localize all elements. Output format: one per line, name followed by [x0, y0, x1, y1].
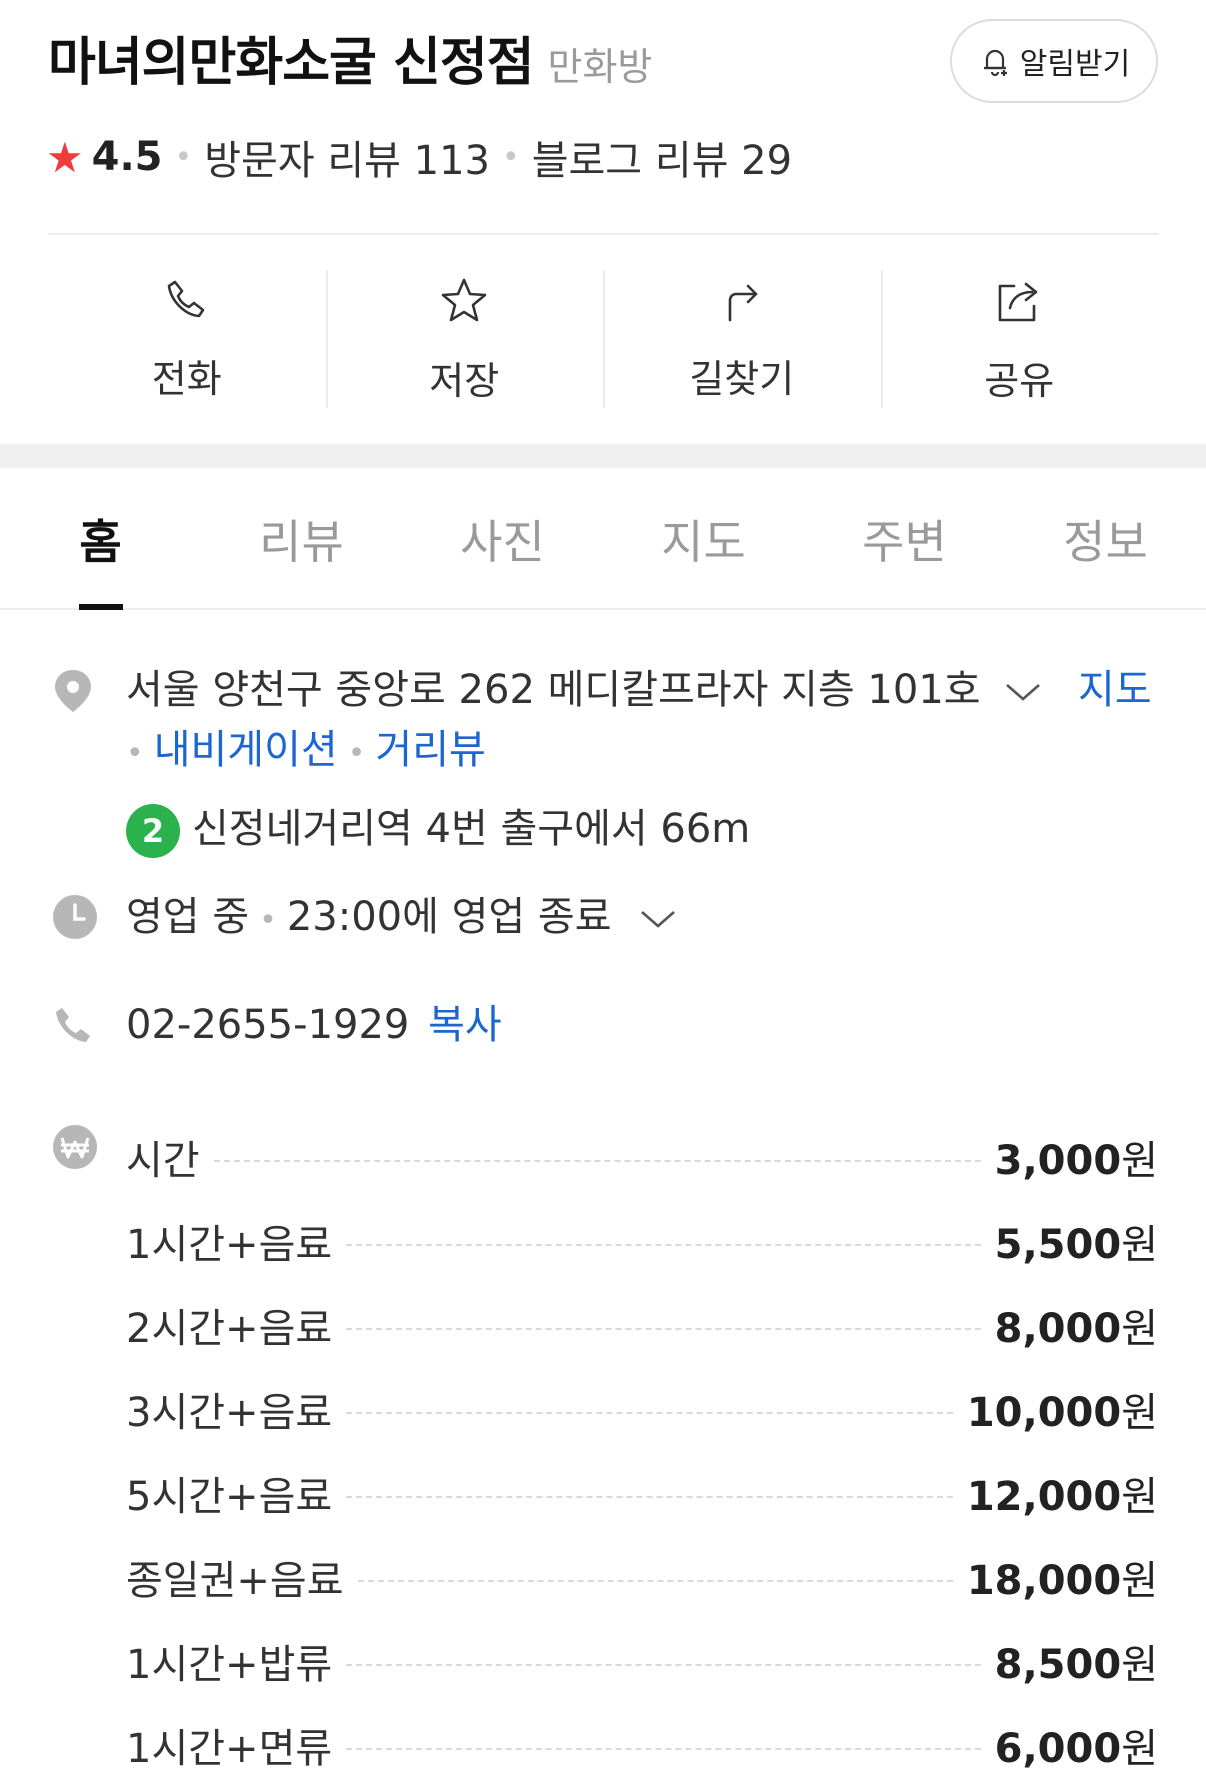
dotted-leader: [357, 1580, 953, 1582]
price-name: 2시간+음료: [126, 1306, 333, 1352]
price-row: 5시간+음료 12,000원: [126, 1451, 1158, 1535]
place-name: 마녀의만화소굴 신정점: [48, 33, 535, 93]
share-button[interactable]: 공유: [880, 270, 1159, 410]
place-category: 만화방: [547, 45, 653, 89]
clock-icon: [53, 895, 97, 939]
price-row: 종일권+음료 18,000원: [126, 1535, 1158, 1619]
directions-button[interactable]: 길찾기: [603, 270, 881, 410]
price-row: 1시간+음료 5,500원: [126, 1199, 1158, 1283]
phone-filled-icon: [56, 1008, 90, 1042]
price-row: 1시간+면류 6,000원: [126, 1703, 1158, 1787]
tab-home[interactable]: 홈: [0, 468, 201, 608]
action-label: 공유: [984, 359, 1055, 403]
title-row: 마녀의만화소굴 신정점 만화방: [48, 20, 652, 95]
tab-nearby[interactable]: 주변: [804, 468, 1005, 608]
rating-row: ★ 4.5 • 방문자 리뷰 113 • 블로그 리뷰 29: [46, 128, 792, 186]
map-link[interactable]: 지도: [1078, 667, 1152, 713]
price-value: 5,500원: [994, 1222, 1158, 1268]
call-button[interactable]: 전화: [48, 270, 326, 410]
rating-value: 4.5: [91, 134, 163, 180]
dotted-leader: [346, 1244, 981, 1246]
chevron-down-icon[interactable]: [1003, 680, 1043, 704]
bell-plus-icon: [983, 49, 1007, 77]
action-label: 저장: [429, 359, 500, 403]
copy-button[interactable]: 복사: [428, 1002, 502, 1048]
price-row: 3시간+음료 10,000원: [126, 1367, 1158, 1451]
price-value: 3,000원: [994, 1138, 1158, 1184]
save-button[interactable]: 저장: [325, 270, 604, 410]
blog-review-link[interactable]: 블로그 리뷰 29: [532, 128, 792, 186]
hours-status: 영업 중: [126, 894, 250, 940]
dotted-leader: [346, 1496, 953, 1498]
price-row: 2시간+음료 8,000원: [126, 1283, 1158, 1367]
dotted-leader: [346, 1748, 981, 1750]
price-name: 1시간+면류: [126, 1726, 333, 1772]
won-icon: [53, 1125, 97, 1169]
navigation-link[interactable]: 내비게이션: [154, 727, 338, 773]
location-pin-icon: [55, 670, 91, 712]
place-header: 마녀의만화소굴 신정점 만화방 알림받기 ★ 4.5 • 방문자 리뷰 113 …: [0, 0, 1206, 235]
price-value: 6,000원: [994, 1726, 1158, 1772]
star-filled-icon: ★: [46, 132, 84, 182]
price-name: 5시간+음료: [126, 1474, 333, 1520]
price-value: 8,500원: [994, 1642, 1158, 1688]
star-outline-icon: [441, 278, 487, 322]
street-view-link[interactable]: 거리뷰: [375, 727, 485, 773]
price-row: 1시간+밥류 8,500원: [126, 1619, 1158, 1703]
price-name: 1시간+밥류: [126, 1642, 333, 1688]
price-name: 종일권+음료: [126, 1558, 344, 1604]
price-value: 12,000원: [966, 1474, 1158, 1520]
info-section: 서울 양천구 중앙로 262 메디칼프라자 지층 101호 지도 • 내비게이션 •…: [0, 610, 1206, 1048]
subway-info: 2 신정네거리역 4번 출구에서 66m: [126, 796, 1206, 858]
dotted-leader: [213, 1160, 981, 1162]
phone-icon: [167, 280, 205, 318]
action-bar: 전화 저장 길찾기 공유: [48, 270, 1158, 410]
price-name: 시간: [126, 1138, 200, 1184]
action-label: 전화: [151, 357, 222, 401]
dotted-leader: [346, 1664, 981, 1666]
dotted-leader: [346, 1328, 981, 1330]
alarm-button[interactable]: 알림받기: [950, 19, 1158, 103]
subway-line-badge: 2: [126, 804, 180, 858]
tab-map[interactable]: 지도: [603, 468, 804, 608]
address-text: 서울 양천구 중앙로 262 메디칼프라자 지층 101호: [126, 667, 981, 713]
share-icon: [998, 282, 1038, 322]
phone-number[interactable]: 02-2655-1929: [126, 1002, 409, 1048]
separator-dot: •: [502, 139, 520, 175]
tab-info[interactable]: 정보: [1005, 468, 1206, 608]
dotted-leader: [346, 1412, 953, 1414]
price-name: 3시간+음료: [126, 1390, 333, 1436]
separator-dot: •: [126, 736, 144, 771]
section-separator: [0, 444, 1206, 468]
price-row: 시간 3,000원: [126, 1115, 1158, 1199]
price-value: 18,000원: [966, 1558, 1158, 1604]
chevron-down-icon[interactable]: [638, 907, 678, 931]
separator-dot: •: [174, 139, 193, 175]
separator-dot: •: [259, 903, 277, 938]
subway-text: 신정네거리역 4번 출구에서 66m: [192, 806, 751, 852]
tab-photos[interactable]: 사진: [402, 468, 603, 608]
directions-icon: [728, 284, 758, 322]
hours-detail: 23:00에 영업 종료: [286, 894, 612, 940]
tab-bar: 홈 리뷰 사진 지도 주변 정보: [0, 468, 1206, 610]
visitor-review-link[interactable]: 방문자 리뷰 113: [204, 128, 490, 186]
price-value: 8,000원: [994, 1306, 1158, 1352]
alarm-label: 알림받기: [1019, 47, 1131, 82]
price-list: 시간 3,000원 1시간+음료 5,500원 2시간+음료 8,000원 3시…: [126, 1115, 1158, 1787]
price-name: 1시간+음료: [126, 1222, 333, 1268]
tab-reviews[interactable]: 리뷰: [201, 468, 402, 608]
hours-row: 영업 중 • 23:00에 영업 종료: [0, 890, 1206, 948]
address-row: 서울 양천구 중앙로 262 메디칼프라자 지층 101호 지도 • 내비게이션 •…: [0, 660, 1206, 858]
price-value: 10,000원: [966, 1390, 1158, 1436]
action-label: 길찾기: [689, 357, 795, 401]
phone-row: 02-2655-1929 복사: [0, 998, 1206, 1052]
divider: [48, 233, 1158, 235]
separator-dot: •: [347, 736, 366, 771]
